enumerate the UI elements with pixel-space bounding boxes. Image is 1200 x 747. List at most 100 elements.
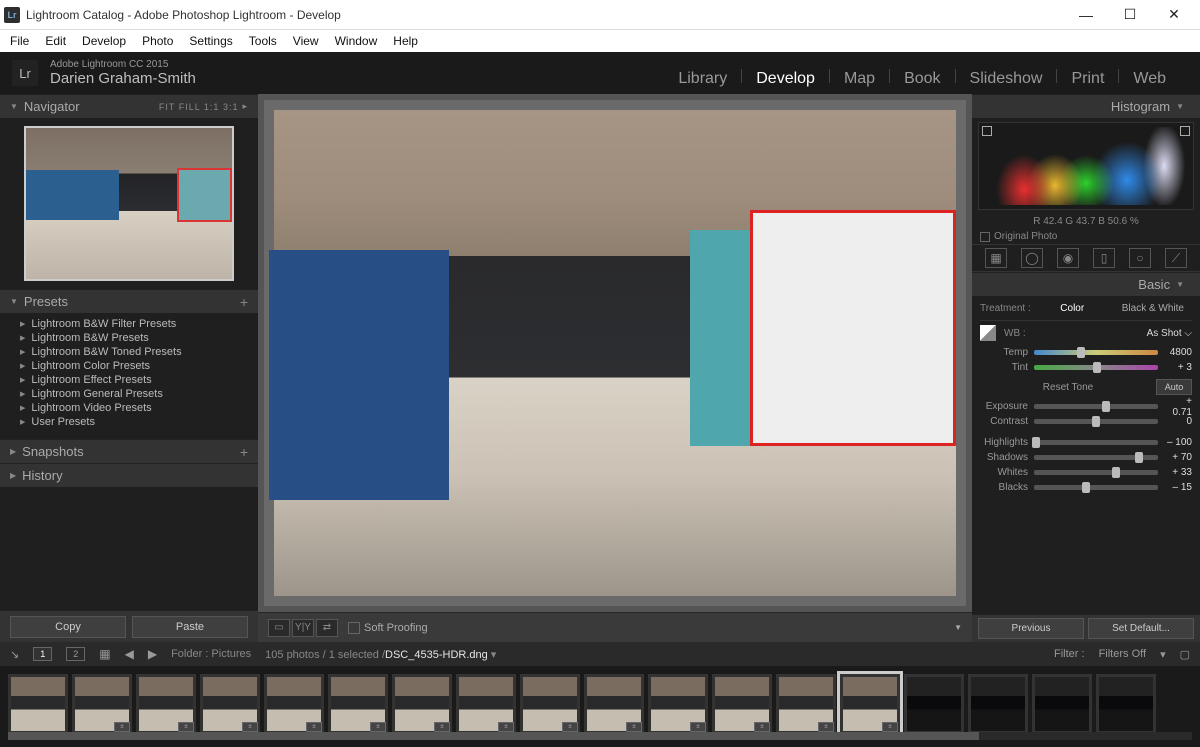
module-print[interactable]: Print: [1057, 70, 1118, 88]
menu-help[interactable]: Help: [385, 32, 426, 50]
blacks-slider[interactable]: Blacks – 15: [980, 480, 1192, 495]
filter-lock-icon[interactable]: ▢: [1180, 648, 1190, 661]
add-preset-icon[interactable]: +: [240, 294, 248, 310]
filmstrip-thumb[interactable]: [968, 674, 1028, 734]
folder-path[interactable]: Folder : Pictures: [171, 648, 251, 660]
filmstrip-thumb[interactable]: ±: [200, 674, 260, 734]
filmstrip-thumb[interactable]: ±: [520, 674, 580, 734]
menu-view[interactable]: View: [285, 32, 327, 50]
filter-chevron-icon[interactable]: ▾: [1160, 648, 1166, 661]
whites-slider[interactable]: Whites + 33: [980, 465, 1192, 480]
paste-button[interactable]: Paste: [132, 616, 248, 638]
copy-button[interactable]: Copy: [10, 616, 126, 638]
auto-tone-button[interactable]: Auto: [1156, 379, 1192, 395]
close-button[interactable]: ✕: [1152, 1, 1196, 29]
filmstrip-thumb[interactable]: [1032, 674, 1092, 734]
maximize-button[interactable]: ☐: [1108, 1, 1152, 29]
histogram-header[interactable]: Histogram ▼: [972, 94, 1200, 118]
preset-folder[interactable]: ▶Lightroom Effect Presets: [6, 373, 252, 387]
navigator-zoom-modes[interactable]: FIT FILL 1:1 3:1: [159, 102, 239, 112]
module-map[interactable]: Map: [830, 70, 889, 88]
snapshots-header[interactable]: ▶ Snapshots +: [0, 439, 258, 463]
crop-tool-icon[interactable]: ▦: [985, 248, 1007, 268]
menu-settings[interactable]: Settings: [181, 32, 240, 50]
module-library[interactable]: Library: [664, 70, 741, 88]
minimize-button[interactable]: —: [1064, 1, 1108, 29]
highlight-clip-icon[interactable]: [1180, 126, 1190, 136]
gradient-tool-icon[interactable]: ▯: [1093, 248, 1115, 268]
menu-photo[interactable]: Photo: [134, 32, 181, 50]
navigator-header[interactable]: ▼ Navigator FIT FILL 1:1 3:1 ▸: [0, 94, 258, 118]
filmstrip-thumb[interactable]: [1096, 674, 1156, 734]
module-book[interactable]: Book: [890, 70, 954, 88]
filmstrip-thumb[interactable]: ±: [712, 674, 772, 734]
contrast-slider[interactable]: Contrast 0: [980, 414, 1192, 429]
main-window-toggle[interactable]: 1: [33, 647, 52, 661]
history-header[interactable]: ▶ History: [0, 463, 258, 487]
filter-dropdown[interactable]: Filters Off: [1099, 648, 1146, 660]
filmstrip-thumb[interactable]: ±: [328, 674, 388, 734]
filmstrip-thumb[interactable]: ±: [392, 674, 452, 734]
swap-icon[interactable]: ⇄: [316, 619, 338, 637]
highlights-slider[interactable]: Highlights – 100: [980, 435, 1192, 450]
preset-folder[interactable]: ▶Lightroom Color Presets: [6, 359, 252, 373]
image-view[interactable]: [264, 100, 966, 606]
filmstrip-thumb[interactable]: ±: [136, 674, 196, 734]
original-photo-toggle[interactable]: Original Photo: [972, 229, 1200, 244]
shadows-slider[interactable]: Shadows + 70: [980, 450, 1192, 465]
menu-edit[interactable]: Edit: [37, 32, 74, 50]
filmstrip-thumb[interactable]: ±: [264, 674, 324, 734]
treatment-bw[interactable]: Black & White: [1114, 303, 1192, 314]
wb-dropdown[interactable]: As Shot ⌵: [1147, 328, 1192, 339]
before-after-icon[interactable]: Y|Y: [292, 619, 314, 637]
navigator-thumbnail[interactable]: [24, 126, 234, 281]
filmstrip[interactable]: ± ± ± ± ± ± ± ± ± ± ± ± ±: [0, 666, 1200, 741]
filmstrip-thumb[interactable]: ±: [776, 674, 836, 734]
shadow-clip-icon[interactable]: [982, 126, 992, 136]
module-develop[interactable]: Develop: [742, 70, 829, 88]
module-web[interactable]: Web: [1119, 70, 1180, 88]
filmstrip-thumb[interactable]: ±: [456, 674, 516, 734]
module-slideshow[interactable]: Slideshow: [956, 70, 1057, 88]
filmstrip-thumb[interactable]: ±: [72, 674, 132, 734]
redeye-tool-icon[interactable]: ◉: [1057, 248, 1079, 268]
second-window-icon[interactable]: ↘: [10, 648, 19, 661]
preset-folder[interactable]: ▶Lightroom B&W Filter Presets: [6, 317, 252, 331]
preset-folder[interactable]: ▶User Presets: [6, 415, 252, 429]
radial-tool-icon[interactable]: ○: [1129, 248, 1151, 268]
previous-button[interactable]: Previous: [978, 618, 1084, 639]
menu-window[interactable]: Window: [327, 32, 386, 50]
filmstrip-thumb[interactable]: [8, 674, 68, 734]
preset-folder[interactable]: ▶Lightroom General Presets: [6, 387, 252, 401]
histogram[interactable]: [978, 122, 1194, 210]
preset-folder[interactable]: ▶Lightroom Video Presets: [6, 401, 252, 415]
filmstrip-thumb[interactable]: ±: [584, 674, 644, 734]
filmstrip-thumb[interactable]: [904, 674, 964, 734]
toolbar-collapse-icon[interactable]: ▼: [954, 623, 962, 632]
grid-view-icon[interactable]: ▦: [99, 647, 110, 661]
preset-folder[interactable]: ▶Lightroom B&W Presets: [6, 331, 252, 345]
filmstrip-thumb-selected[interactable]: ±: [840, 674, 900, 734]
second-window-toggle[interactable]: 2: [66, 647, 85, 661]
brush-tool-icon[interactable]: ⟋: [1165, 248, 1187, 268]
loupe-view-icon[interactable]: ▭: [268, 619, 290, 637]
filmstrip-scrollbar[interactable]: [8, 732, 1192, 740]
menu-develop[interactable]: Develop: [74, 32, 134, 50]
nav-forward-icon[interactable]: ▶: [148, 647, 157, 661]
chevron-icon[interactable]: ▸: [242, 101, 248, 112]
basic-header[interactable]: Basic ▼: [972, 272, 1200, 296]
exposure-slider[interactable]: Exposure + 0.71: [980, 399, 1192, 414]
preset-folder[interactable]: ▶Lightroom B&W Toned Presets: [6, 345, 252, 359]
tint-slider[interactable]: Tint + 3: [980, 360, 1192, 375]
wb-picker-icon[interactable]: [980, 325, 996, 341]
filmstrip-thumb[interactable]: ±: [648, 674, 708, 734]
menu-file[interactable]: File: [2, 32, 37, 50]
temp-slider[interactable]: Temp 4800: [980, 345, 1192, 360]
spot-tool-icon[interactable]: ◯: [1021, 248, 1043, 268]
nav-back-icon[interactable]: ◀: [125, 647, 134, 661]
treatment-color[interactable]: Color: [1052, 303, 1092, 314]
menu-tools[interactable]: Tools: [241, 32, 285, 50]
add-snapshot-icon[interactable]: +: [240, 444, 248, 460]
set-default-button[interactable]: Set Default...: [1088, 618, 1194, 639]
presets-header[interactable]: ▼ Presets +: [0, 289, 258, 313]
